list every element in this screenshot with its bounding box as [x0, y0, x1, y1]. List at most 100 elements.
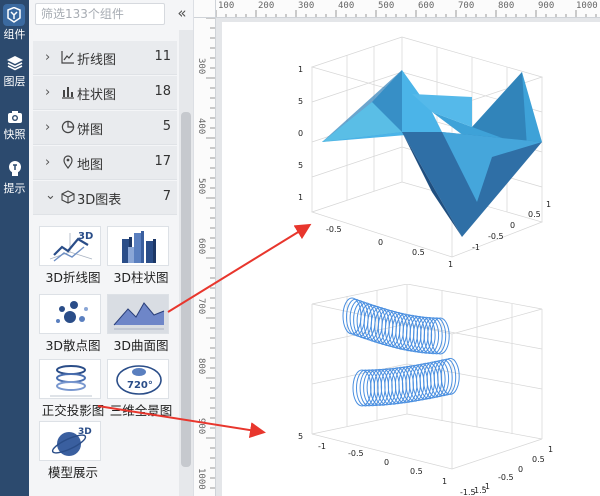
chevron-right-icon: › — [45, 50, 51, 65]
ruler-left-label: 1000 — [196, 468, 206, 490]
tile-label: 3D柱状图 — [113, 270, 169, 285]
rail-item-snapshot[interactable]: 快照 — [0, 110, 29, 142]
ruler-left-label: 900 — [196, 418, 206, 435]
camera-icon — [7, 111, 22, 123]
y-tick: 0.5 — [532, 455, 545, 464]
component-search-input[interactable]: 筛选133个组件 — [35, 3, 165, 25]
y-tick: 0 — [518, 465, 523, 474]
x-tick: 0 — [378, 238, 383, 247]
category-map[interactable]: › 地图 17 — [33, 146, 177, 180]
x-tick: -0.5 — [348, 449, 364, 458]
svg-text:3D: 3D — [78, 231, 93, 242]
cube-icon — [61, 190, 75, 204]
z-tick: 5 — [298, 97, 303, 106]
spring-coil — [356, 369, 375, 407]
rail-item-layers[interactable]: 图层 — [0, 55, 29, 89]
category-label: 柱状图 — [77, 88, 117, 103]
pie-chart-icon — [61, 120, 75, 134]
category-label: 饼图 — [77, 123, 104, 138]
spring-coil — [352, 369, 372, 407]
tile-3d-surface[interactable]: 3D曲面图 — [105, 292, 173, 353]
chart2-y-ticks: 1 0.5 0 -0.5 -1 -1.5 — [460, 445, 553, 496]
left-rail: 组件 图层 快照 提示 — [0, 0, 29, 496]
x-tick: -0.5 — [326, 225, 342, 234]
tile-3d-bar[interactable]: 3D柱状图 — [105, 224, 173, 285]
rail-label-layers: 图层 — [3, 75, 26, 88]
tile-label: 3D曲面图 — [113, 338, 169, 353]
ruler-top-label: 500 — [378, 1, 395, 11]
component-panel: 筛选133个组件 « › 折线图 11 › 柱状图 18 › 饼图 5 › 地图… — [29, 0, 194, 496]
chevron-right-icon: › — [45, 120, 51, 135]
category-3d-chart[interactable]: ⌄ 3D图表 7 — [33, 181, 177, 215]
y-tick: 0 — [510, 221, 515, 230]
z-tick: 1 — [298, 193, 303, 202]
double-chevron-left-icon[interactable]: « — [173, 2, 191, 24]
tile-orthographic[interactable]: 正交投影图 — [37, 357, 105, 418]
ruler-left-label: 700 — [196, 298, 206, 315]
x-tick: 0.5 — [412, 248, 425, 257]
x-tick: 0.5 — [410, 467, 423, 476]
y-tick: 0.5 — [528, 210, 541, 219]
canvas-board[interactable]: 1 5 0 5 1 -0.5 0 0.5 1 1 0.5 0 -0.5 -1 5… — [222, 22, 600, 496]
y-tick: -1.5 — [460, 488, 476, 496]
y-tick: -0.5 — [498, 473, 514, 482]
tile-label: 正交投影图 — [41, 403, 105, 418]
category-count: 7 — [162, 189, 171, 204]
ruler-top-label: 900 — [538, 1, 555, 11]
ruler-top: 100 200 300 400 500 600 700 800 900 1000 — [216, 0, 600, 18]
category-line-chart[interactable]: › 折线图 11 — [33, 41, 177, 75]
ruler-left-label: 300 — [196, 58, 206, 75]
z-tick: 5 — [298, 432, 303, 441]
panel-scrollbar-thumb[interactable] — [181, 112, 191, 467]
tile-label: 三维全景图 — [109, 403, 173, 418]
y-tick: -1 — [482, 482, 490, 491]
category-label: 3D图表 — [77, 193, 122, 208]
category-label: 折线图 — [77, 53, 117, 68]
tile-label: 3D折线图 — [45, 270, 101, 285]
chart1-x-ticks: -0.5 0 0.5 1 — [326, 225, 453, 269]
editor-canvas[interactable]: 100 200 300 400 500 600 700 800 900 1000… — [194, 0, 600, 496]
y-tick: 1 — [546, 200, 551, 209]
x-tick: 0 — [384, 458, 389, 467]
category-count: 5 — [162, 119, 171, 134]
ruler-left-label: 500 — [196, 178, 206, 195]
line-chart-icon — [61, 51, 74, 64]
panorama-720-icon: 720° — [107, 359, 169, 399]
category-pie-chart[interactable]: › 饼图 5 — [33, 111, 177, 145]
category-bar-chart[interactable]: › 柱状图 18 — [33, 76, 177, 110]
y-tick: -0.5 — [488, 232, 504, 241]
ruler-top-label: 700 — [458, 1, 475, 11]
chevron-down-icon: ⌄ — [45, 188, 56, 203]
3d-line-icon: 3D — [39, 226, 101, 266]
chart1-z-ticks: 1 5 0 5 1 — [298, 65, 303, 202]
svg-text:3D: 3D — [78, 427, 92, 437]
ruler-left: 300 400 500 600 700 800 900 1000 — [194, 18, 216, 496]
bar-chart-icon — [62, 87, 74, 99]
tile-3d-scatter[interactable]: 3D散点图 — [37, 292, 105, 353]
category-label: 地图 — [77, 158, 104, 173]
category-count: 17 — [154, 154, 171, 169]
tile-3d-line[interactable]: 3D 3D折线图 — [37, 224, 105, 285]
chart-3d-spring[interactable]: 5 -1 -0.5 0 0.5 1 1.5 1 0.5 0 -0.5 -1 -1… — [292, 284, 592, 496]
orthographic-icon — [39, 359, 101, 399]
x-tick: -1 — [318, 442, 326, 451]
ruler-left-label: 600 — [196, 238, 206, 255]
3d-bar-icon — [107, 226, 169, 266]
tile-panorama[interactable]: 720° 三维全景图 — [105, 357, 173, 418]
tile-3d-model[interactable]: 3D 模型展示 — [37, 419, 105, 480]
z-tick: 5 — [298, 161, 303, 170]
ruler-top-label: 600 — [418, 1, 435, 11]
rail-item-components[interactable]: 组件 — [0, 26, 29, 42]
ruler-top-label: 100 — [218, 1, 235, 11]
tile-label: 3D散点图 — [45, 338, 101, 353]
chart1-surface — [322, 70, 542, 237]
app-logo — [3, 4, 25, 26]
ruler-top-label: 200 — [258, 1, 275, 11]
rail-item-tips[interactable]: 提示 — [0, 160, 29, 196]
chart-3d-surface[interactable]: 1 5 0 5 1 -0.5 0 0.5 1 1 0.5 0 -0.5 -1 — [292, 32, 592, 272]
svg-text:720°: 720° — [127, 380, 153, 391]
x-tick: 1 — [442, 477, 447, 486]
rail-label-tips: 提示 — [3, 182, 26, 195]
ruler-top-label: 800 — [498, 1, 515, 11]
ruler-top-label: 300 — [298, 1, 315, 11]
